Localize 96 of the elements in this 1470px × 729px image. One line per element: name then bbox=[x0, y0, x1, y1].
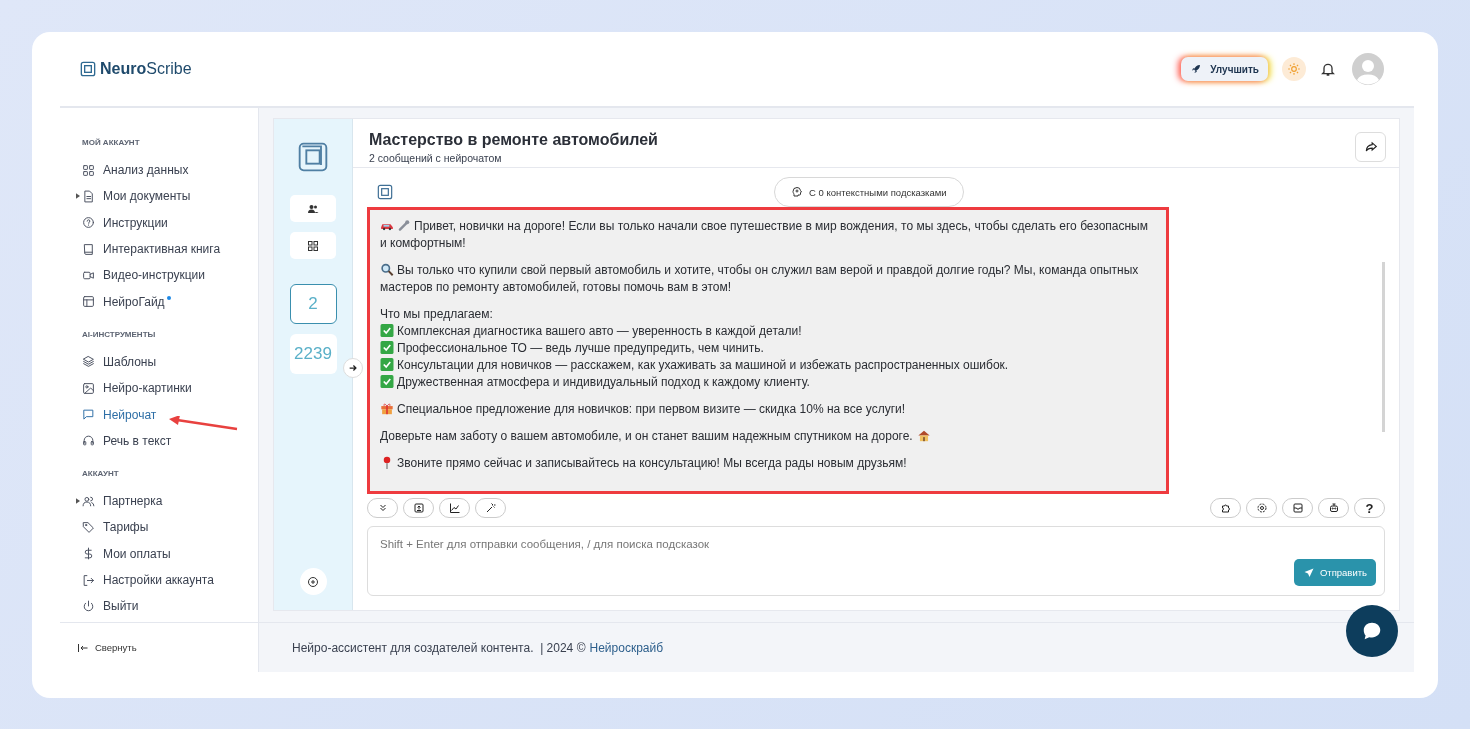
message-text: Профессиональное ТО — ведь лучше предупредить, чем чинить. bbox=[380, 340, 1157, 357]
chart-button[interactable] bbox=[439, 498, 470, 518]
message-input[interactable]: Shift + Enter для отправки сообщения, / для поиска подсказок Отправить bbox=[367, 526, 1385, 596]
rocket-icon bbox=[1190, 63, 1203, 75]
headphones-icon bbox=[82, 434, 95, 448]
robot-icon bbox=[1327, 502, 1340, 514]
sidebar-item[interactable]: Партнерка bbox=[82, 487, 258, 515]
power-icon bbox=[82, 599, 95, 613]
brand-name: NeuroScribe bbox=[100, 60, 192, 78]
chat-subtitle: 2 сообщений с нейрочатом bbox=[369, 151, 503, 164]
arrow-right-icon bbox=[348, 363, 358, 373]
message-text: Доверьте нам заботу о вашем автомобиле, и он станет вашим надежным спутником на дороге. bbox=[380, 428, 1157, 445]
house-icon bbox=[916, 429, 931, 442]
speech-bubble-icon bbox=[1361, 620, 1383, 642]
sidebar-item[interactable]: Настройки аккаунта bbox=[82, 566, 258, 594]
check-icon bbox=[380, 375, 394, 388]
message-text: Вы только что купили свой первый автомобиль и хотите, чтобы он служил вам верой и правдой долгие годы? Мы, команда опытных мастеров по ремонту автомобилей, готовы помочь вам в этом! bbox=[380, 262, 1140, 296]
logo-icon bbox=[80, 61, 96, 77]
gift-icon bbox=[380, 402, 394, 415]
robot-button[interactable] bbox=[1318, 498, 1349, 518]
upload-icon bbox=[412, 502, 425, 514]
sidebar-item[interactable]: Речь в текст bbox=[82, 427, 258, 454]
question-icon bbox=[82, 216, 95, 230]
message-text: Привет, новички на дороге! Если вы только начали свое путешествие в мир вождения, то мы здесь, чтобы сделать его безопасным и комфортным! bbox=[380, 218, 1149, 252]
message-text: Что мы предлагаем: bbox=[380, 306, 494, 323]
check-icon bbox=[380, 358, 394, 371]
users-icon bbox=[307, 202, 319, 215]
message-text: Комплексная диагностика вашего авто — уверенность в каждой детали! bbox=[380, 323, 1157, 340]
check-icon bbox=[380, 324, 394, 337]
footer-text: Нейро-ассистент для создателей контента. | 2024 © bbox=[292, 640, 586, 655]
send-button[interactable]: Отправить bbox=[1293, 559, 1376, 586]
archive-icon bbox=[1291, 502, 1304, 514]
chat-bubble-icon bbox=[82, 408, 95, 421]
share-button[interactable] bbox=[1355, 132, 1386, 162]
footer-link[interactable]: Нейроскрайб bbox=[589, 640, 664, 655]
image-icon bbox=[82, 381, 95, 395]
message-text: Специальное предложение для новичков: при первом визите — скидка 10% на все услуги! bbox=[380, 401, 1157, 418]
tag-icon bbox=[82, 520, 95, 534]
sidebar-item[interactable]: Шаблоны bbox=[82, 348, 258, 376]
sidebar-item[interactable]: НейроГайд bbox=[82, 288, 258, 315]
theme-toggle-button[interactable] bbox=[1282, 57, 1306, 81]
upload-button[interactable] bbox=[403, 498, 434, 518]
hints-button[interactable]: С 0 контекстными подсказками bbox=[774, 177, 964, 207]
sidebar-item[interactable]: Тарифы bbox=[82, 514, 258, 541]
dollar-icon bbox=[82, 547, 95, 561]
gear-button[interactable] bbox=[1246, 498, 1277, 518]
annotation-arrow bbox=[169, 416, 239, 432]
message-text: Дружественная атмосфера и индивидуальный подход к каждому клиенту. bbox=[380, 374, 1157, 391]
users-button[interactable] bbox=[290, 195, 336, 222]
section-title: AI-ИНСТРУМЕНТЫ bbox=[82, 329, 157, 340]
collapse-icon bbox=[77, 641, 89, 654]
chat-title: Мастерство в ремонте автомобилей bbox=[369, 130, 658, 149]
gear-icon bbox=[1255, 502, 1268, 514]
logo-icon bbox=[297, 141, 329, 173]
check-icon bbox=[380, 341, 394, 354]
double-chevron-button[interactable] bbox=[367, 498, 398, 518]
sidebar-item[interactable]: Мои документы bbox=[82, 183, 258, 210]
section-title: МОЙ АККАУНТ bbox=[82, 138, 141, 148]
sidebar-item[interactable]: Видео-инструкции bbox=[82, 262, 258, 289]
magnifier-icon bbox=[380, 263, 394, 276]
grid-icon bbox=[307, 239, 319, 252]
sidebar-item[interactable]: Нейрочат bbox=[82, 401, 258, 428]
bell-icon[interactable] bbox=[1320, 61, 1336, 77]
archive-button[interactable] bbox=[1282, 498, 1313, 518]
scrollbar[interactable] bbox=[1382, 262, 1385, 432]
message-text: Консультации для новичков — расскажем, как ухаживать за машиной и избежать распространенных ошибок. bbox=[380, 357, 1157, 374]
wrench-icon bbox=[397, 219, 411, 232]
caret-icon[interactable] bbox=[76, 498, 80, 505]
sidebar-item[interactable]: Анализ данных bbox=[82, 157, 258, 184]
grid-icon bbox=[82, 163, 95, 177]
message-text: Звоните прямо сейчас и записывайтесь на консультацию! Мы всегда рады новым друзьям! bbox=[380, 455, 1157, 472]
help-button[interactable]: ? bbox=[1354, 498, 1385, 518]
add-button[interactable] bbox=[299, 568, 327, 595]
users-icon bbox=[82, 494, 95, 508]
caret-icon[interactable] bbox=[76, 193, 80, 200]
sidebar-item[interactable]: Выйти bbox=[82, 593, 258, 620]
sidebar-item[interactable]: Мои оплаты bbox=[82, 540, 258, 567]
chart-icon bbox=[448, 502, 461, 514]
layout-icon bbox=[82, 295, 95, 309]
sidebar-item[interactable]: Интерактивная книга bbox=[82, 235, 258, 263]
bot-logo-icon bbox=[377, 184, 393, 200]
expand-button[interactable] bbox=[343, 358, 363, 378]
sidebar-item[interactable]: Нейро-картинки bbox=[82, 375, 258, 402]
share-icon bbox=[1363, 140, 1378, 154]
grid-button[interactable] bbox=[290, 232, 336, 259]
sidebar-item[interactable]: Инструкции bbox=[82, 209, 258, 236]
document-icon bbox=[82, 189, 95, 203]
exit-icon bbox=[82, 573, 95, 587]
puzzle-button[interactable] bbox=[1210, 498, 1241, 518]
magic-wand-icon bbox=[484, 502, 497, 514]
layers-icon bbox=[82, 355, 95, 369]
collapse-link[interactable]: Свернуть bbox=[77, 641, 137, 654]
upgrade-button[interactable]: Улучшить bbox=[1181, 57, 1268, 81]
sun-icon bbox=[1287, 62, 1301, 76]
book-icon bbox=[82, 242, 95, 256]
section-title: АККАУНТ bbox=[82, 468, 120, 479]
